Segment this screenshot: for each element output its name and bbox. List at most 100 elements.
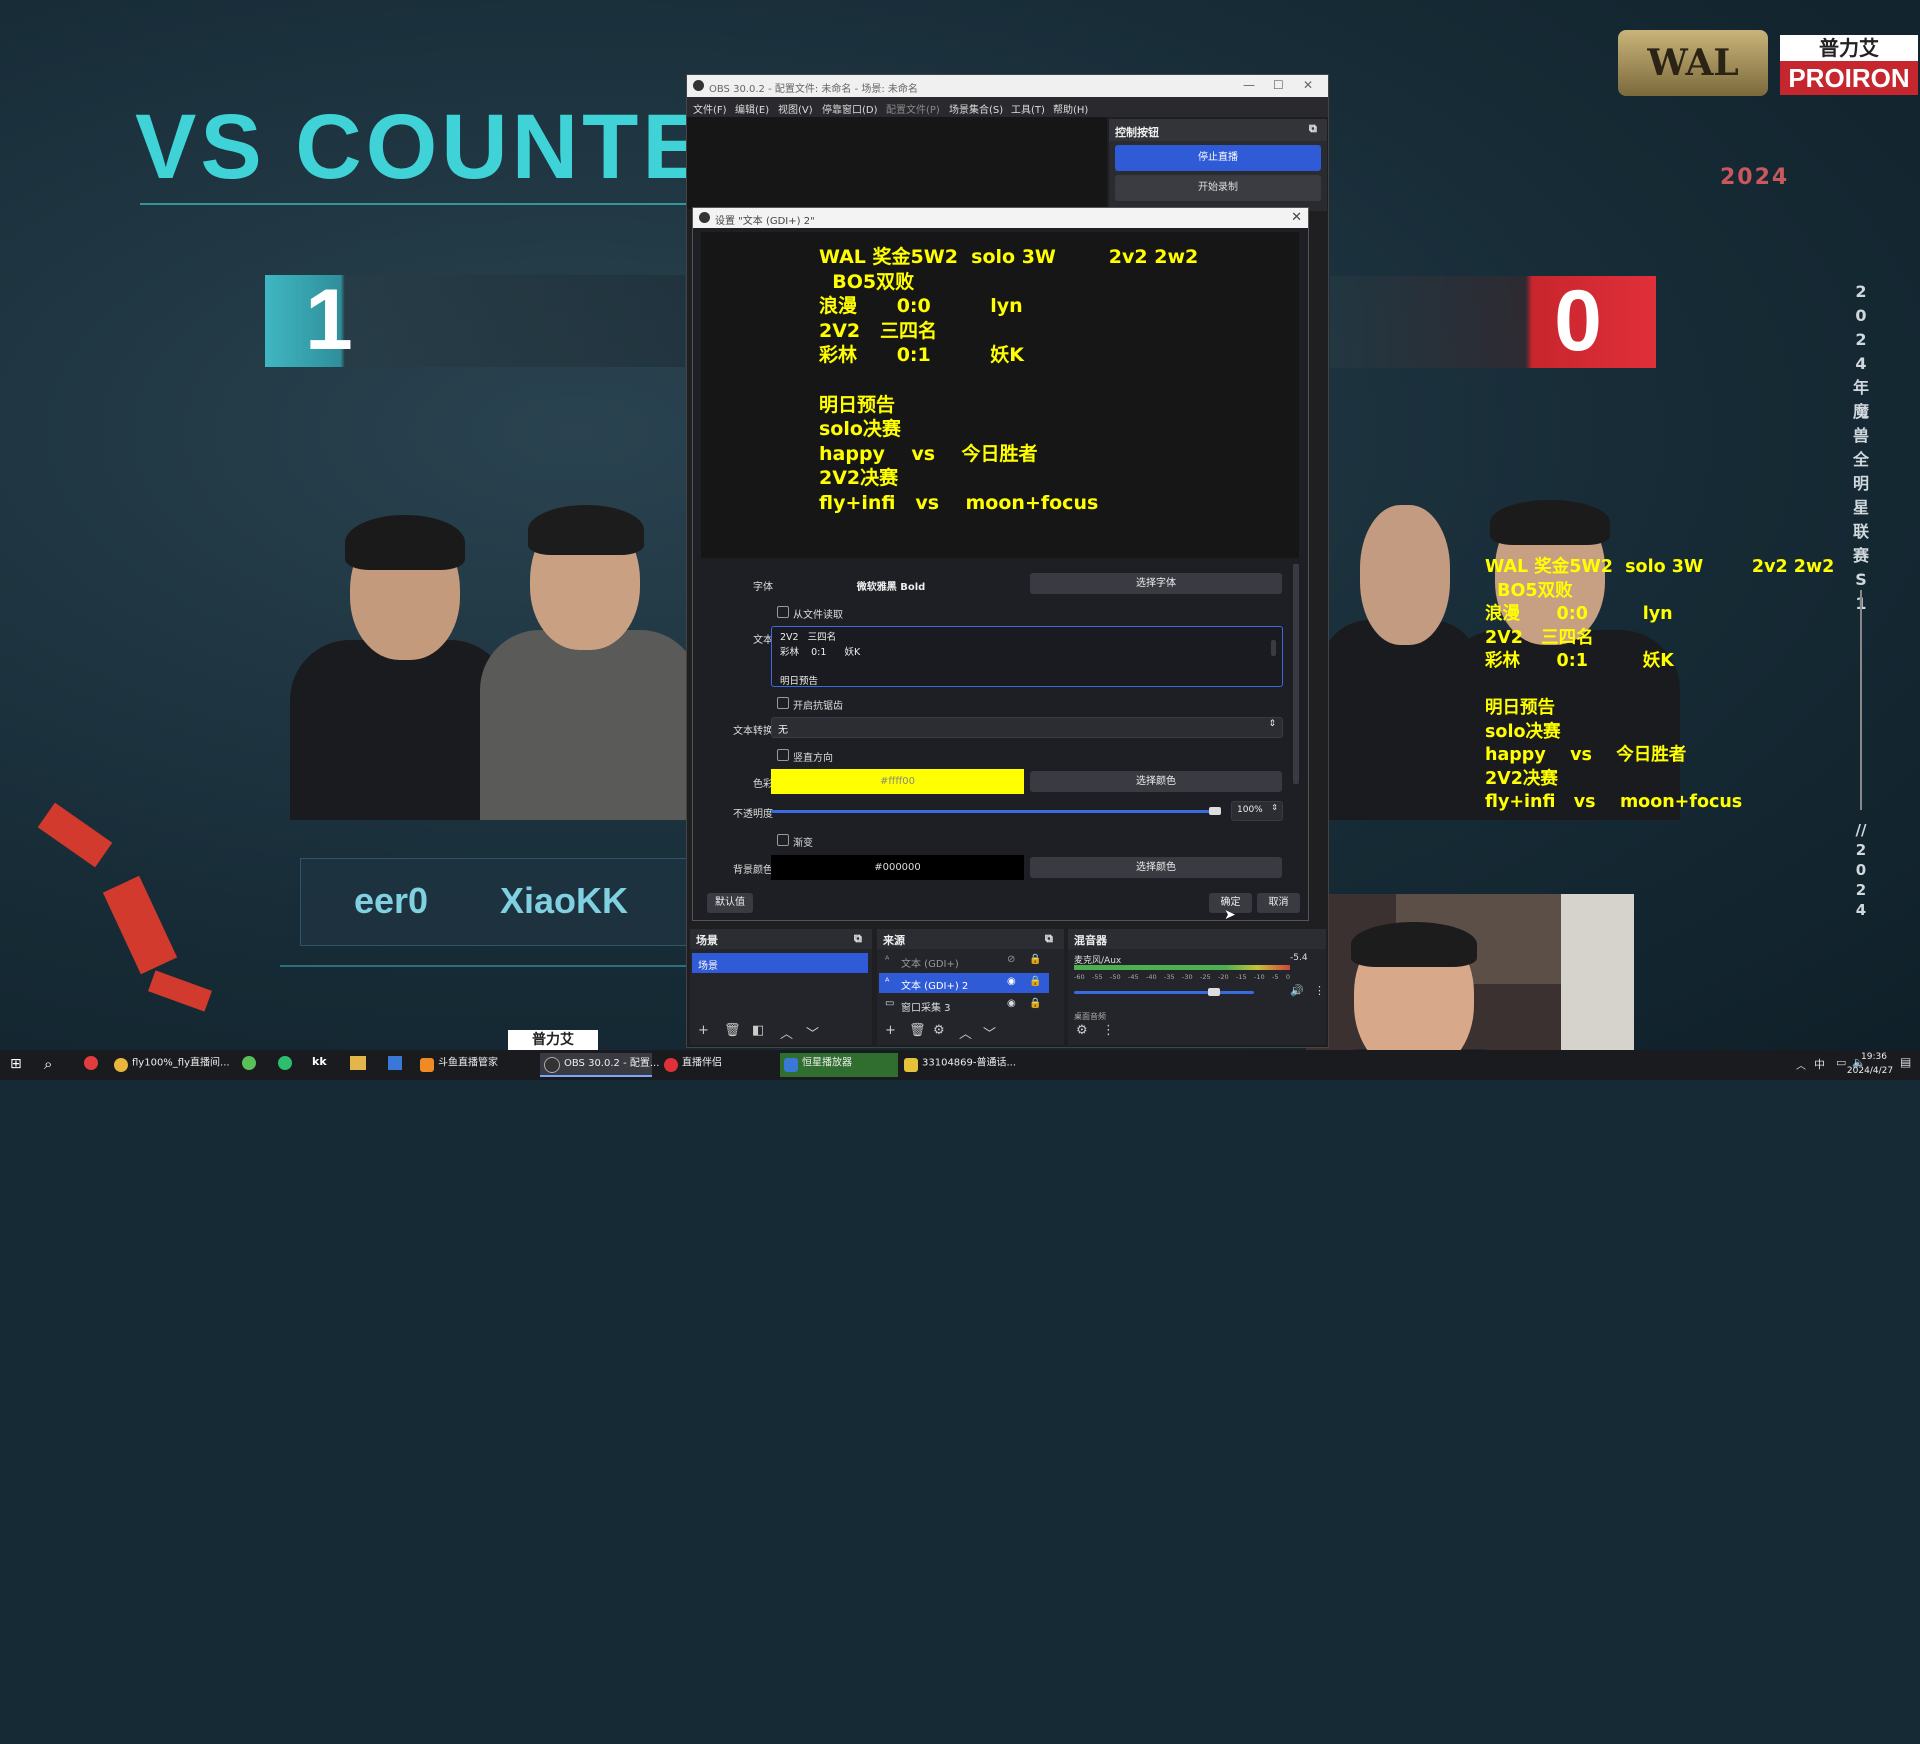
taskbar-item-browser[interactable]: fly100%_fly直播间... <box>114 1053 232 1077</box>
kk-icon[interactable]: kk <box>312 1055 327 1068</box>
notification-icon[interactable]: ▤ <box>1900 1055 1911 1069</box>
read-from-file-label: 从文件读取 <box>793 610 843 621</box>
obs-menubar: 文件(F) 编辑(E) 视图(V) 停靠窗口(D) 配置文件(P) 场景集合(S… <box>687 97 1328 117</box>
menu-profile[interactable]: 配置文件(P) <box>886 101 940 116</box>
clock-date[interactable]: 2024/4/27 <box>1840 1066 1900 1076</box>
antialias-checkbox[interactable] <box>777 697 789 709</box>
minimize-icon[interactable]: — <box>1243 78 1255 92</box>
text-label: 文本 <box>753 635 773 646</box>
menu-tools[interactable]: 工具(T) <box>1011 101 1045 116</box>
dialog-titlebar[interactable]: 设置 "文本 (GDI+) 2" ✕ <box>693 208 1308 228</box>
player-3-head <box>1360 505 1450 645</box>
trash-icon[interactable]: 🗑 <box>909 1023 926 1038</box>
spinner-icon: ⇕ <box>1271 803 1278 812</box>
score-left: 1 <box>305 272 353 368</box>
search-icon[interactable]: ⌕ <box>44 1055 52 1073</box>
taskbar-item-companion[interactable]: 直播伴侣 <box>664 1053 764 1077</box>
cancel-button[interactable]: 取消 <box>1257 893 1300 913</box>
clock-time[interactable]: 19:36 <box>1854 1052 1894 1062</box>
read-from-file-checkbox[interactable] <box>777 606 789 618</box>
volume-slider-thumb[interactable] <box>1208 988 1220 996</box>
menu-edit[interactable]: 编辑(E) <box>735 101 769 116</box>
select-color-button[interactable]: 选择颜色 <box>1030 771 1282 792</box>
taskbar-item-video[interactable]: 33104869-普通话... <box>904 1053 1020 1077</box>
source-row[interactable]: ▭ 窗口采集 3 ◉ 🔒 <box>879 995 1049 1015</box>
pinned-app-icon[interactable] <box>388 1056 402 1070</box>
text-input[interactable]: 2V2 三四名 彩林 0:1 妖K 明日预告 <box>771 626 1283 687</box>
gear-icon[interactable]: ⚙ <box>1076 1023 1088 1038</box>
pinned-app-icon[interactable] <box>84 1056 98 1070</box>
eye-icon[interactable]: ◉ <box>1007 998 1016 1009</box>
add-source-icon[interactable]: + <box>885 1023 896 1038</box>
volume-slider[interactable] <box>1074 991 1254 994</box>
ime-indicator[interactable]: 中 <box>1814 1056 1825 1072</box>
undock-icon[interactable]: ⧉ <box>1045 932 1053 946</box>
gradient-checkbox[interactable] <box>777 834 789 846</box>
folder-icon[interactable] <box>350 1056 366 1070</box>
trash-icon[interactable]: 🗑 <box>724 1023 741 1038</box>
pinned-app-icon[interactable] <box>278 1056 292 1070</box>
undock-icon[interactable]: ⧉ <box>854 932 862 946</box>
defaults-button[interactable]: 默认值 <box>707 893 753 913</box>
menu-view[interactable]: 视图(V) <box>778 101 813 116</box>
windows-start-icon[interactable]: ⊞ <box>10 1056 22 1072</box>
opacity-slider[interactable] <box>771 810 1221 813</box>
color-swatch: #ffff00 <box>771 769 1024 794</box>
source-row[interactable]: ᴬ 文本 (GDI+) ⊘ 🔒 <box>879 951 1049 971</box>
move-down-icon[interactable]: ﹀ <box>983 1023 996 1042</box>
player-2-hair <box>528 505 644 555</box>
taskbar-item-player[interactable]: 恒星播放器 <box>780 1053 898 1077</box>
text-properties-dialog: 设置 "文本 (GDI+) 2" ✕ WAL 奖金5W2 solo 3W 2v2… <box>692 207 1309 921</box>
mixer-ticks: -60 -55 -50 -45 -40 -35 -30 -25 -20 -15 -10 -5 0 <box>1074 973 1290 981</box>
chrome-icon <box>114 1058 128 1072</box>
transform-select[interactable]: 无 ⇕ <box>771 717 1283 738</box>
eye-hidden-icon[interactable]: ⊘ <box>1007 954 1015 965</box>
undock-icon[interactable]: ⧉ <box>1309 122 1317 136</box>
select-font-button[interactable]: 选择字体 <box>1030 573 1282 594</box>
lock-icon[interactable]: 🔒 <box>1029 998 1041 1009</box>
move-up-icon[interactable]: ︿ <box>959 1023 972 1042</box>
opacity-slider-thumb[interactable] <box>1209 807 1221 815</box>
score-right-bar: 0 <box>1330 273 1656 369</box>
filter-icon[interactable]: ◧ <box>752 1023 764 1038</box>
obs-title: OBS 30.0.2 - 配置文件: 未命名 - 场景: 未命名 <box>709 84 918 95</box>
score-right: 0 <box>1554 273 1602 369</box>
select-bg-color-button[interactable]: 选择颜色 <box>1030 857 1282 878</box>
add-scene-icon[interactable]: + <box>698 1023 709 1038</box>
tray-chevron-icon[interactable]: ︿ <box>1796 1057 1806 1072</box>
taskbar-item-douyu[interactable]: 斗鱼直播管家 <box>420 1053 530 1077</box>
source-row-selected[interactable]: ᴬ 文本 (GDI+) 2 ◉ 🔒 <box>879 973 1049 993</box>
properties-scrollbar[interactable] <box>1293 564 1299 784</box>
eye-icon[interactable]: ◉ <box>1007 976 1016 987</box>
menu-file[interactable]: 文件(F) <box>693 101 727 116</box>
vertical-year: //2024 <box>1855 821 1867 919</box>
gear-icon[interactable]: ⚙ <box>933 1023 945 1038</box>
player-name-xiaokk: XiaoKK <box>500 880 629 921</box>
mixer-meter <box>1074 965 1290 970</box>
scene-item[interactable]: 场景 <box>692 953 868 973</box>
move-down-icon[interactable]: ﹀ <box>806 1023 819 1042</box>
menu-scene-collection[interactable]: 场景集合(S) <box>949 101 1003 116</box>
wechat-icon[interactable] <box>242 1056 256 1070</box>
lock-icon[interactable]: 🔒 <box>1029 954 1041 965</box>
more-options-icon[interactable]: ⋮ <box>1102 1023 1115 1038</box>
douyu-icon <box>420 1058 434 1072</box>
vertical-checkbox[interactable] <box>777 749 789 761</box>
lock-icon[interactable]: 🔒 <box>1029 976 1041 987</box>
maximize-icon[interactable]: ☐ <box>1273 78 1284 92</box>
textarea-scrollbar[interactable] <box>1271 640 1276 656</box>
taskbar-item-obs[interactable]: OBS 30.0.2 - 配置... <box>540 1053 659 1077</box>
menu-docks[interactable]: 停靠窗口(D) <box>822 101 878 116</box>
menu-help[interactable]: 帮助(H) <box>1053 101 1088 116</box>
speaker-icon[interactable]: 🔊 <box>1290 984 1304 997</box>
color-label: 色彩 <box>753 779 773 790</box>
close-icon[interactable]: ✕ <box>1303 78 1313 92</box>
opacity-spinbox[interactable]: 100% ⇕ <box>1231 801 1283 821</box>
obs-titlebar[interactable]: OBS 30.0.2 - 配置文件: 未命名 - 场景: 未命名 — ☐ ✕ <box>687 75 1328 97</box>
move-up-icon[interactable]: ︿ <box>780 1023 793 1042</box>
sources-dock: 来源 ⧉ ᴬ 文本 (GDI+) ⊘ 🔒 ᴬ 文本 (GDI+) 2 ◉ 🔒 ▭… <box>877 929 1064 1045</box>
more-options-icon[interactable]: ⋮ <box>1314 984 1325 997</box>
close-icon[interactable]: ✕ <box>1291 210 1302 225</box>
stop-stream-button[interactable]: 停止直播 <box>1115 145 1321 171</box>
start-recording-button[interactable]: 开始录制 <box>1115 175 1321 201</box>
